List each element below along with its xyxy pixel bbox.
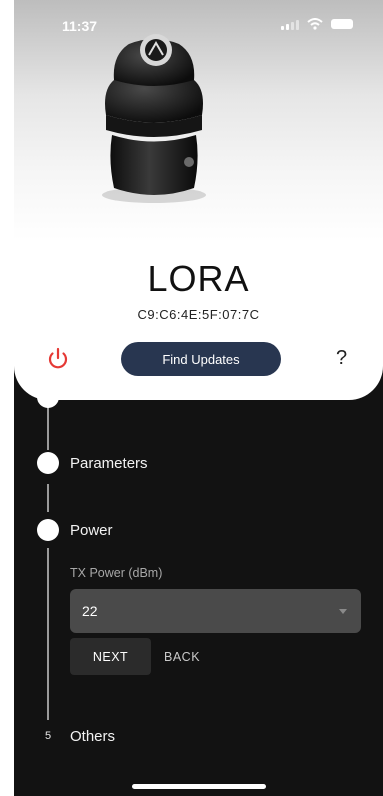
step-label-power[interactable]: Power <box>70 522 113 539</box>
device-header-card: 11:37 LORA C9:C6:4E:5F:07:7C Find Update… <box>14 0 383 400</box>
battery-icon <box>331 19 353 29</box>
caret-down-icon <box>339 609 347 614</box>
status-bar: 11:37 <box>14 0 383 44</box>
step-label-parameters[interactable]: Parameters <box>70 455 148 472</box>
step-dot-parameters[interactable] <box>37 452 59 474</box>
power-icon[interactable] <box>44 345 72 373</box>
stepper-rail <box>47 548 49 720</box>
phone-screen: Parameters Power TX Power (dBm) 22 NEXT … <box>14 0 383 796</box>
tx-power-value: 22 <box>82 603 98 619</box>
tx-power-label: TX Power (dBm) <box>70 566 163 580</box>
device-mac-address: C9:C6:4E:5F:07:7C <box>137 307 260 322</box>
step-label-others[interactable]: Others <box>70 728 115 745</box>
wifi-icon <box>307 18 323 30</box>
device-name: LORA <box>147 258 250 299</box>
next-button[interactable]: NEXT <box>70 638 151 675</box>
stepper-rail <box>47 405 49 450</box>
help-button[interactable]: ? <box>336 347 347 370</box>
stepper-rail <box>47 484 49 512</box>
status-icons <box>281 18 353 30</box>
find-updates-button[interactable]: Find Updates <box>121 342 281 376</box>
home-indicator <box>132 784 266 789</box>
device-image <box>102 34 206 203</box>
back-button[interactable]: BACK <box>158 638 206 675</box>
step-dot-power[interactable] <box>37 519 59 541</box>
status-time: 11:37 <box>62 18 98 34</box>
signal-icon <box>281 19 299 30</box>
tx-power-select[interactable]: 22 <box>70 589 361 633</box>
step-number-others[interactable]: 5 <box>37 725 59 747</box>
